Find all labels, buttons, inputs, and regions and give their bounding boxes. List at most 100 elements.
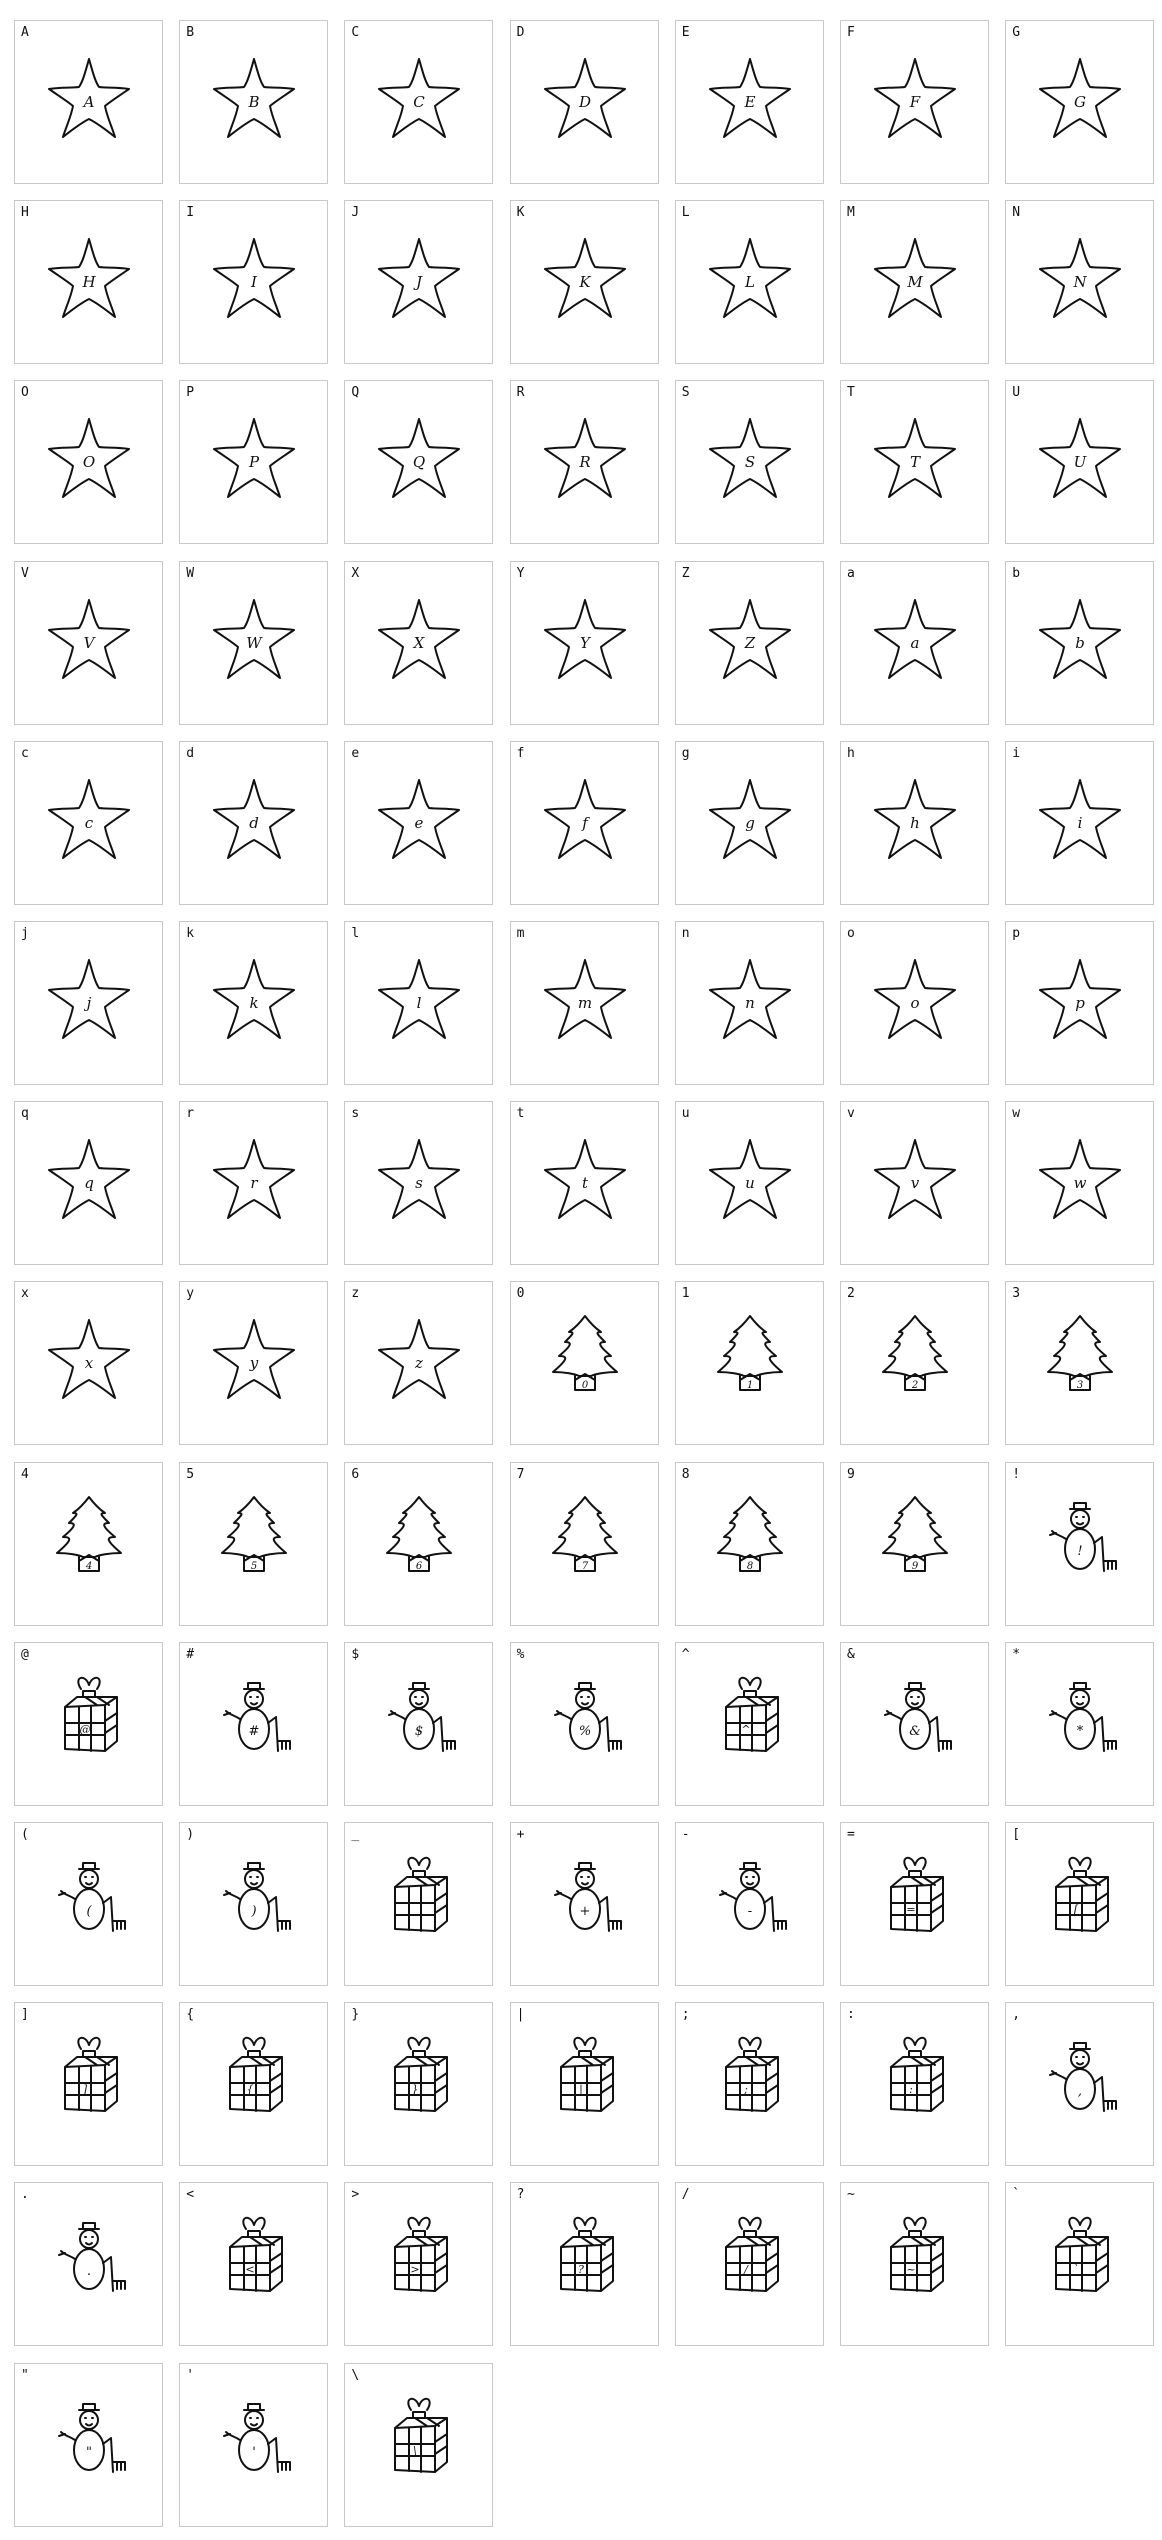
gift-icon: [ (1055, 1856, 1110, 1932)
glyph-cell: * * (1005, 1641, 1155, 1806)
svg-text:z: z (414, 1354, 423, 1372)
star-icon: S (708, 418, 791, 499)
glyph-cell: ^ ^ (674, 1641, 824, 1806)
svg-text:?: ? (578, 2263, 584, 2276)
svg-text:J: J (413, 273, 423, 291)
svg-text:D: D (578, 93, 591, 111)
glyph-cell-label: g (681, 745, 690, 761)
glyph-cell: ` ` (1005, 2182, 1155, 2347)
glyph-cell: ]] (14, 2002, 163, 2167)
glyph-cell-label: . (21, 2187, 29, 2203)
svg-text:%: % (578, 1724, 590, 1739)
glyph-cell: PP (179, 380, 329, 545)
star-icon: t (543, 1139, 626, 1220)
svg-text:,: , (1078, 2084, 1082, 2099)
star-icon: m (543, 959, 626, 1039)
glyph-cell: < < (179, 2182, 329, 2347)
glyph-cell-label: V (21, 565, 29, 581)
star-icon: C (378, 58, 461, 138)
star-icon: H (48, 238, 130, 319)
gift-icon: ^ (724, 1676, 779, 1752)
svg-text:+: + (579, 1904, 590, 1919)
glyph-cell-label: m (516, 926, 525, 941)
glyph-cell-label: P (186, 385, 195, 401)
glyph-cell-label: 6 (351, 1466, 360, 1482)
glyph-cell-label: l (351, 926, 360, 941)
star-icon: L (708, 238, 791, 319)
tree-icon: 8 (716, 1495, 783, 1572)
svg-text:!: ! (1078, 1544, 1083, 1559)
glyph-cell: ii (1005, 740, 1155, 905)
svg-text:.: . (87, 2264, 91, 2279)
glyph-cell-label: { (186, 2007, 195, 2023)
svg-text:Z: Z (744, 634, 756, 652)
glyph-cell: dd (179, 740, 329, 905)
snowman-icon: % (553, 1681, 622, 1752)
gift-icon: / (724, 2217, 779, 2293)
star-icon: R (543, 418, 626, 499)
svg-text:t: t (582, 1174, 589, 1192)
star-icon: J (378, 238, 461, 319)
svg-text:g: g (745, 814, 755, 832)
glyph-cell-label: ; (681, 2007, 690, 2023)
glyph-cell: oo (840, 921, 989, 1085)
svg-text:T: T (910, 453, 921, 471)
tree-icon: 4 (56, 1495, 122, 1572)
svg-text:E: E (743, 93, 755, 111)
star-icon: b (1039, 598, 1122, 679)
glyph-cell: 88 (674, 1461, 824, 1626)
svg-text:x: x (85, 1354, 94, 1372)
svg-text:9: 9 (912, 1561, 919, 1572)
glyph-cell-label: y (186, 1286, 195, 1302)
glyph-cell-label: _ (351, 1827, 360, 1842)
tree-icon: 0 (551, 1315, 618, 1392)
glyph-cell-label: , (1012, 2007, 1021, 2023)
svg-text:`: ` (1073, 2263, 1079, 2276)
glyph-cell-label: q (21, 1106, 29, 1122)
glyph-cell-label: } (351, 2007, 360, 2023)
glyph-cell: (( (14, 1822, 163, 1986)
svg-text:Q: Q (413, 453, 425, 471)
glyph-cell: -- (674, 1822, 824, 1986)
glyph-cell: :: (840, 2002, 989, 2167)
svg-text:6: 6 (416, 1561, 423, 1572)
glyph-cell-label: k (186, 926, 195, 941)
snowman-icon: ' (223, 2402, 292, 2473)
star-icon: T (874, 418, 956, 499)
svg-text:': ' (252, 2445, 256, 2460)
glyph-cell: UU (1005, 380, 1155, 545)
star-icon: V (48, 598, 130, 679)
star-icon: k (213, 959, 296, 1039)
svg-text:S: S (745, 453, 755, 471)
glyph-cell: XX (344, 560, 494, 725)
glyph-cell-label: s (351, 1106, 360, 1122)
star-icon: X (378, 598, 461, 679)
glyph-cell-label: a (847, 565, 855, 581)
star-icon: v (874, 1139, 956, 1220)
star-icon: M (874, 238, 956, 319)
glyph-cell-label: w (1012, 1106, 1021, 1122)
glyph-cell: QQ (344, 380, 494, 545)
glyph-cell-label: I (186, 205, 195, 221)
svg-text:N: N (1073, 273, 1088, 291)
glyph-cell-label: A (21, 25, 29, 40)
glyph-cell: & & (840, 1641, 989, 1806)
glyph-cell-label: % (516, 1646, 525, 1662)
gift-icon: : (890, 2037, 944, 2113)
glyph-cell: 55 (179, 1461, 329, 1626)
glyph-cell-label: t (516, 1106, 525, 1122)
gift-icon: ; (724, 2037, 779, 2113)
tree-icon: 6 (386, 1495, 453, 1572)
glyph-cell: .. (14, 2182, 163, 2347)
glyph-cell-label: 3 (1012, 1286, 1021, 1302)
glyph-cell-label: 8 (681, 1466, 690, 1482)
star-icon: q (48, 1139, 130, 1220)
svg-text:$: $ (415, 1724, 423, 1739)
glyph-cell: 22 (840, 1281, 989, 1446)
svg-text:K: K (578, 273, 591, 291)
glyph-cell-label: > (351, 2187, 360, 2203)
svg-text:^: ^ (741, 1723, 750, 1736)
svg-text:y: y (249, 1354, 259, 1372)
svg-text:q: q (84, 1174, 94, 1192)
star-icon: Y (543, 598, 626, 679)
